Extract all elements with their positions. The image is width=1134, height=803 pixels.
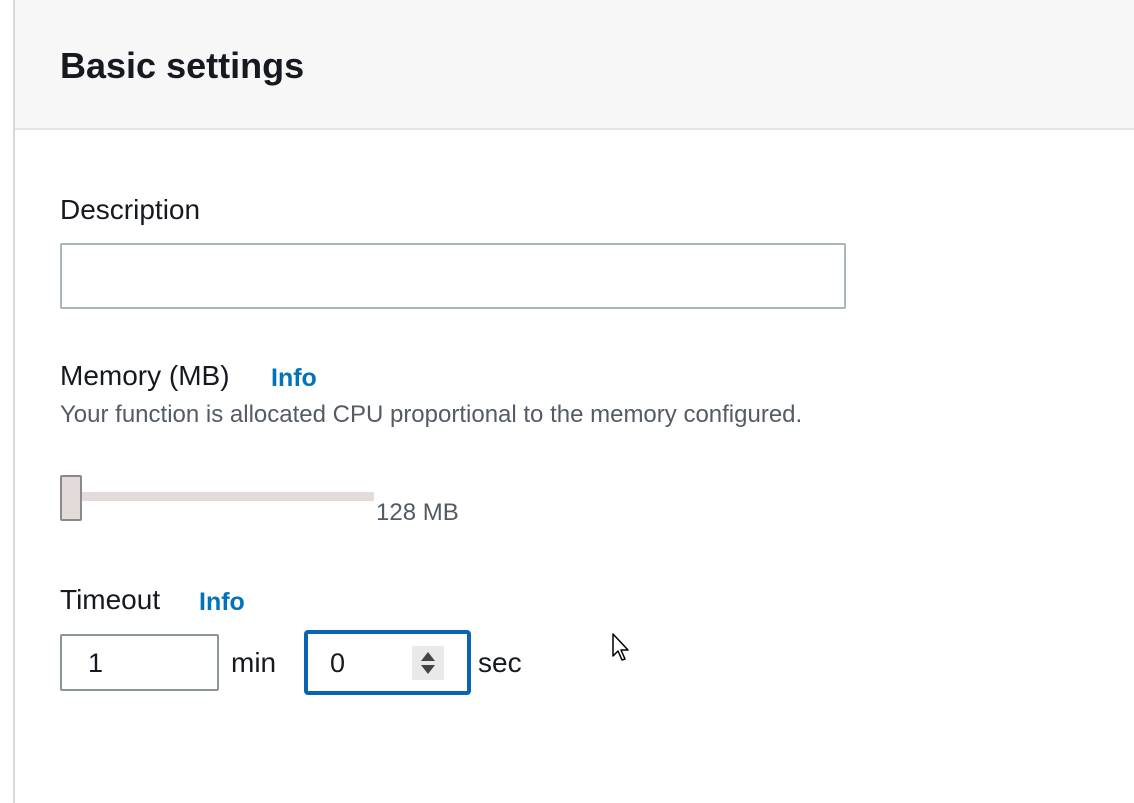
memory-slider-thumb[interactable] (60, 475, 82, 521)
spinner-down-icon[interactable] (421, 665, 435, 674)
spinner-up-icon[interactable] (421, 652, 435, 661)
memory-label: Memory (MB) (60, 360, 230, 391)
spinner-arrows-icon[interactable] (412, 646, 444, 680)
timeout-label: Timeout (60, 584, 161, 615)
seconds-value: 0 (330, 648, 346, 678)
memory-value: 128 MB (376, 499, 459, 526)
description-label: Description (60, 194, 201, 225)
panel-title: Basic settings (60, 45, 305, 86)
panel-header: Basic settings (15, 0, 1134, 130)
basic-settings-panel: Basic settings Description Memory (MB) I… (13, 0, 1134, 803)
memory-info-link[interactable]: Info (271, 361, 317, 395)
timeout-info-link[interactable]: Info (199, 585, 245, 619)
memory-slider-track[interactable] (81, 492, 374, 501)
timeout-seconds-input[interactable]: 0 (304, 630, 471, 695)
description-input[interactable] (60, 243, 846, 309)
memory-help-text: Your function is allocated CPU proportio… (60, 401, 803, 428)
minutes-unit: min (231, 647, 277, 678)
timeout-minutes-input[interactable]: 1 (60, 634, 219, 691)
mouse-pointer-icon (612, 633, 629, 661)
seconds-unit: sec (478, 647, 522, 678)
